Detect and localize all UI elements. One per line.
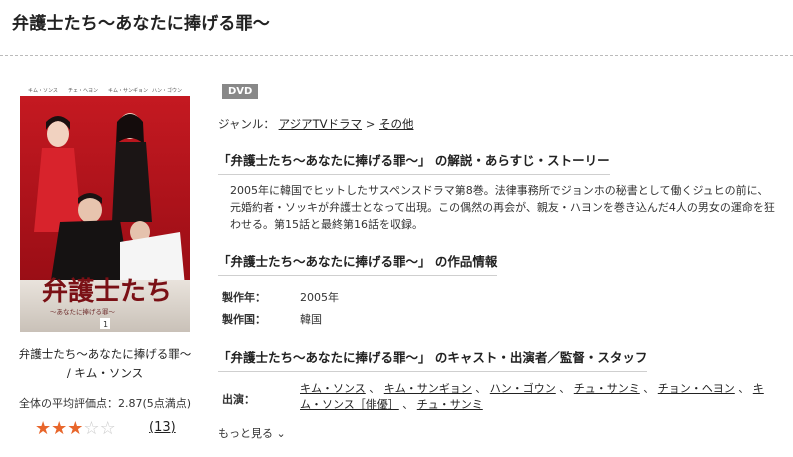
cast-link[interactable]: キム・サンギョン	[384, 382, 472, 395]
caption-title: 弁護士たち〜あなたに捧げる罪〜	[18, 347, 192, 361]
star-filled-icon: ★	[35, 418, 52, 439]
cast-link[interactable]: チョン・ヘヨン	[658, 382, 735, 395]
genre-breadcrumb: ジャンル： アジアTVドラマ > その他	[218, 116, 413, 132]
star-empty-icon: ☆	[99, 418, 116, 439]
dvd-badge: DVD	[222, 84, 259, 99]
star-rating: ★★★☆☆	[35, 418, 116, 439]
cast-link[interactable]: チュ・サンミ	[574, 382, 640, 395]
synopsis-text: 2005年に韓国でヒットしたサスペンスドラマ第8巻。法律事務所でジョンホの秘書と…	[230, 184, 775, 231]
work-info-heading: 「弁護士たち〜あなたに捧げる罪〜」 の作品情報	[218, 251, 498, 276]
cover-caption: 弁護士たち〜あなたに捧げる罪〜 / キム・ソンス	[10, 345, 200, 383]
cast-link[interactable]: チュ・サンミ	[417, 398, 483, 411]
star-filled-icon: ★	[67, 418, 84, 439]
star-filled-icon: ★	[51, 418, 68, 439]
production-year-value: 2005年	[300, 291, 339, 304]
production-country-label: 製作国：	[222, 313, 266, 326]
review-count-link[interactable]: (13)	[149, 420, 176, 435]
show-more-link[interactable]: もっと見る ⌄	[218, 425, 286, 441]
chevron-down-icon: ⌄	[276, 427, 286, 440]
svg-text:ハン・ゴウン: ハン・ゴウン	[152, 87, 182, 94]
cast-label: 出演：	[222, 393, 255, 406]
svg-text:チェ・ヘヨン: チェ・ヘヨン	[68, 88, 98, 94]
synopsis-heading: 「弁護士たち〜あなたに捧げる罪〜」 の解説・あらすじ・ストーリー	[218, 150, 610, 175]
page-title: 弁護士たち〜あなたに捧げる罪〜	[12, 14, 270, 34]
average-rating-text: 全体の平均評価点：2.87(5点満点)	[18, 397, 192, 410]
dvd-cover-image[interactable]: 弁護士たち 〜あなたに捧げる罪〜 1 キム・ソンス チェ・ヘヨン キム・サンギョ…	[20, 82, 190, 332]
genre-label: ジャンル：	[218, 117, 275, 131]
genre-link-other[interactable]: その他	[379, 117, 414, 131]
cast-heading: 「弁護士たち〜あなたに捧げる罪〜」 のキャスト・出演者／監督・スタッフ	[218, 347, 648, 372]
svg-text:キム・サンギョン: キム・サンギョン	[108, 88, 148, 94]
cast-link[interactable]: ハン・ゴウン	[490, 382, 556, 395]
production-country-value: 韓国	[300, 313, 322, 326]
show-more-label: もっと見る	[218, 427, 273, 440]
breadcrumb-separator: >	[365, 117, 376, 131]
caption-actor: / キム・ソンス	[66, 366, 144, 380]
production-year-label: 製作年：	[222, 291, 266, 304]
star-empty-icon: ☆	[83, 418, 100, 439]
svg-text:キム・ソンス: キム・ソンス	[28, 88, 58, 94]
title-divider	[0, 55, 793, 56]
svg-text:1: 1	[103, 320, 108, 329]
svg-text:弁護士たち: 弁護士たち	[42, 276, 172, 307]
svg-text:〜あなたに捧げる罪〜: 〜あなたに捧げる罪〜	[50, 307, 116, 316]
cast-list: キム・ソンス 、 キム・サンギョン 、 ハン・ゴウン 、 チュ・サンミ 、 チョ…	[300, 382, 764, 411]
genre-link-asia-tv-drama[interactable]: アジアTVドラマ	[279, 117, 362, 131]
cast-link[interactable]: キム・ソンス	[300, 382, 366, 395]
